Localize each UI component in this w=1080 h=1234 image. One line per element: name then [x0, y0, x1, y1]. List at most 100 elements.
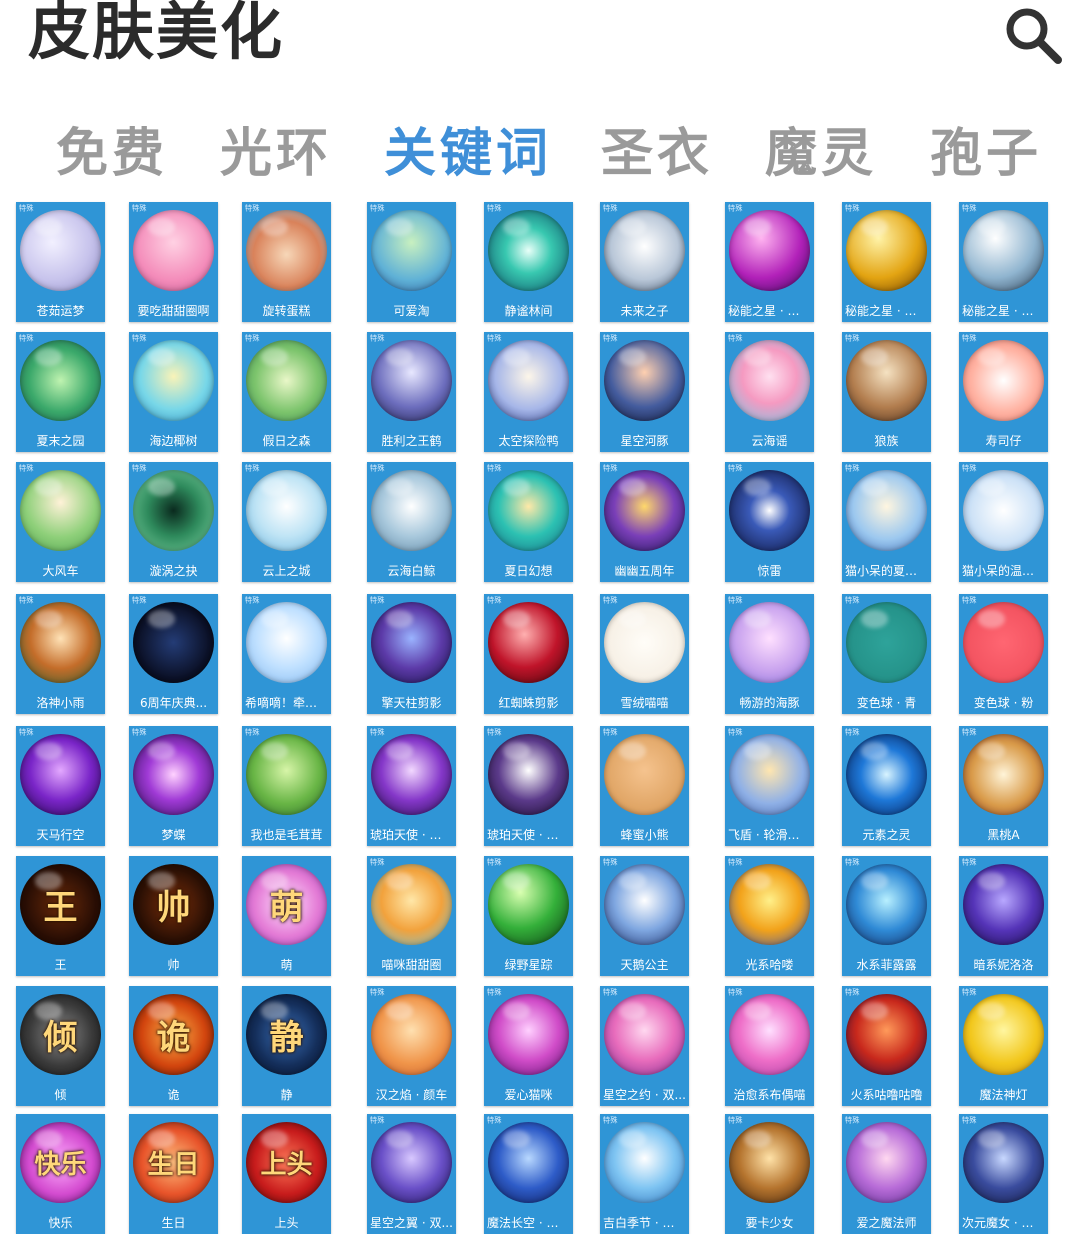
skin-badge: 特殊: [962, 204, 977, 213]
skin-card[interactable]: 特殊 擎天柱剪影: [367, 594, 456, 714]
skin-name: 帅: [167, 958, 180, 972]
skin-card[interactable]: 特殊 魔法长空 · 星蓝: [484, 1114, 573, 1234]
skin-card[interactable]: 特殊 蜂蜜小熊: [600, 726, 689, 846]
skin-card[interactable]: 特殊 希嘀嘀！牵手手: [242, 594, 331, 714]
skin-card[interactable]: 特殊 汉之焰 · 颜车: [367, 986, 456, 1106]
skin-card[interactable]: 静静: [242, 986, 331, 1106]
skin-card[interactable]: 特殊 光系哈喽: [725, 856, 814, 976]
skin-card[interactable]: 特殊 变色球 · 粉: [959, 594, 1048, 714]
skin-card[interactable]: 特殊 星空河豚: [600, 332, 689, 452]
skin-name: 暗系妮洛洛: [973, 958, 1034, 972]
skin-card[interactable]: 特殊 吉白季节 · 惊动: [600, 1114, 689, 1234]
skin-preview-image: [246, 340, 327, 421]
skin-preview-image: [846, 994, 927, 1075]
skin-card[interactable]: 萌萌: [242, 856, 331, 976]
skin-card[interactable]: 特殊 寿司仔: [959, 332, 1048, 452]
skin-name: 爱心猫咪: [504, 1088, 553, 1102]
skin-card[interactable]: 特殊 元素之灵: [842, 726, 931, 846]
skin-card[interactable]: 特殊 未来之子: [600, 202, 689, 322]
skin-card[interactable]: 特殊 静谧林间: [484, 202, 573, 322]
skin-preview-image: [963, 470, 1044, 551]
skin-name: 治愈系布偶喵: [733, 1088, 806, 1102]
skin-badge: 特殊: [370, 1116, 385, 1125]
skin-card[interactable]: 特殊 要吃甜甜圈啊: [129, 202, 218, 322]
skin-card[interactable]: 特殊 琥珀天使 · 织梦: [367, 726, 456, 846]
skin-card[interactable]: 特殊 治愈系布偶喵: [725, 986, 814, 1106]
skin-glyph: 诡: [156, 1018, 191, 1058]
skin-card[interactable]: 特殊 猫小呆的温柔...: [959, 462, 1048, 582]
skin-card[interactable]: 特殊 星空之约 · 双...: [600, 986, 689, 1106]
skin-card[interactable]: 特殊 云上之城: [242, 462, 331, 582]
skin-badge: 特殊: [370, 858, 385, 867]
skin-preview-image: [20, 340, 101, 421]
skin-card[interactable]: 特殊 红蜘蛛剪影: [484, 594, 573, 714]
skin-preview-image: [846, 470, 927, 551]
skin-card[interactable]: 特殊 水系菲露露: [842, 856, 931, 976]
skin-card[interactable]: 特殊 猫小呆的夏日...: [842, 462, 931, 582]
skin-card[interactable]: 特殊 我也是毛茸茸: [242, 726, 331, 846]
skin-badge: 特殊: [19, 334, 34, 343]
skin-card[interactable]: 王王: [16, 856, 105, 976]
skin-card[interactable]: 特殊 琥珀天使 · 赦生: [484, 726, 573, 846]
skin-card[interactable]: 特殊 雪绒喵喵: [600, 594, 689, 714]
skin-card[interactable]: 特殊 魔法神灯: [959, 986, 1048, 1106]
skin-badge: 特殊: [845, 988, 860, 997]
skin-card[interactable]: 倾倾: [16, 986, 105, 1106]
skin-card[interactable]: 特殊 旋转蛋糕: [242, 202, 331, 322]
skin-card[interactable]: 特殊梦蝶: [129, 726, 218, 846]
skin-card[interactable]: 特殊 可爱淘: [367, 202, 456, 322]
skin-preview-image: [371, 340, 452, 421]
skin-card[interactable]: 特殊 幽幽五周年: [600, 462, 689, 582]
skin-card[interactable]: 诡诡: [129, 986, 218, 1106]
skin-name: 可爱淘: [393, 304, 430, 318]
skin-card[interactable]: 特殊 海边椰树: [129, 332, 218, 452]
skin-card[interactable]: 特殊 大风车: [16, 462, 105, 582]
skin-card[interactable]: 特殊 天马行空: [16, 726, 105, 846]
skin-card[interactable]: 特殊 次元魔女 · 琉光: [959, 1114, 1048, 1234]
skin-card[interactable]: 特殊 绿野星踪: [484, 856, 573, 976]
skin-card[interactable]: 特殊 秘能之星 · 三阶: [842, 202, 931, 322]
skin-name: 云海谣: [751, 434, 788, 448]
skin-card[interactable]: 特殊 狼族: [842, 332, 931, 452]
skin-card[interactable]: 特殊 夏末之园: [16, 332, 105, 452]
skin-card[interactable]: 特殊 假日之森: [242, 332, 331, 452]
skin-badge: 特殊: [487, 334, 502, 343]
skin-card[interactable]: 特殊 爱之魔法师: [842, 1114, 931, 1234]
skin-name: 擎天柱剪影: [381, 696, 442, 710]
skin-preview-image: [729, 340, 810, 421]
skin-card[interactable]: 特殊 漩涡之抉: [129, 462, 218, 582]
skin-card[interactable]: 特殊 6周年庆典...: [129, 594, 218, 714]
skin-card[interactable]: 特殊 云海白鲸: [367, 462, 456, 582]
skin-card[interactable]: 帅帅: [129, 856, 218, 976]
skin-card[interactable]: 特殊 夏日幻想: [484, 462, 573, 582]
skin-name: 梦蝶: [161, 828, 186, 842]
skin-card[interactable]: 特殊 飞盾 · 轮滑少女: [725, 726, 814, 846]
skin-card[interactable]: 特殊 变色球 · 青: [842, 594, 931, 714]
skin-card[interactable]: 特殊 胜利之王鹤: [367, 332, 456, 452]
skin-card[interactable]: 特殊 秘能之星 · 四阶: [959, 202, 1048, 322]
skin-card[interactable]: 特殊 黑桃A: [959, 726, 1048, 846]
skin-badge: 特殊: [132, 204, 147, 213]
skin-card[interactable]: 生日 生日: [129, 1114, 218, 1234]
skin-badge: 特殊: [132, 728, 147, 737]
skin-card[interactable]: 特殊 畅游的海豚: [725, 594, 814, 714]
skin-card[interactable]: 特殊 火系咕噜咕噜: [842, 986, 931, 1106]
skin-card[interactable]: 特殊 惊雷: [725, 462, 814, 582]
skin-card[interactable]: 特殊 暗系妮洛洛: [959, 856, 1048, 976]
skin-card[interactable]: 特殊 苍茹运梦: [16, 202, 105, 322]
skin-badge: 特殊: [19, 728, 34, 737]
skin-preview-image: 生日: [133, 1122, 214, 1203]
skin-card[interactable]: 快乐 快乐: [16, 1114, 105, 1234]
skin-card[interactable]: 上头 上头: [242, 1114, 331, 1234]
skin-card[interactable]: 特殊 云海谣: [725, 332, 814, 452]
skin-card[interactable]: 特殊 洛神小雨: [16, 594, 105, 714]
skin-card[interactable]: 特殊 星空之翼 · 双...: [367, 1114, 456, 1234]
skin-card[interactable]: 特殊 要卡少女: [725, 1114, 814, 1234]
skin-card[interactable]: 特殊 秘能之星 · 二阶: [725, 202, 814, 322]
skin-name: 天鹅公主: [620, 958, 669, 972]
skin-preview-image: 快乐: [20, 1122, 101, 1203]
skin-card[interactable]: 特殊 喵咪甜甜圈: [367, 856, 456, 976]
skin-card[interactable]: 特殊 太空探险鸭: [484, 332, 573, 452]
skin-card[interactable]: 特殊 天鹅公主: [600, 856, 689, 976]
skin-card[interactable]: 特殊 爱心猫咪: [484, 986, 573, 1106]
